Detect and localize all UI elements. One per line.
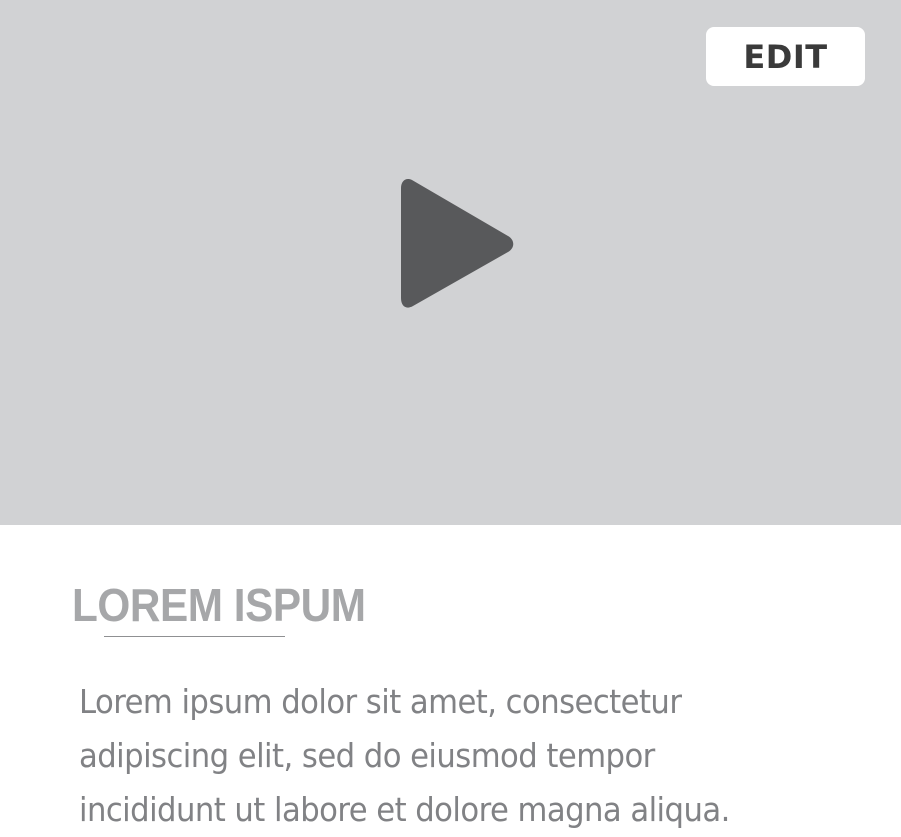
play-button[interactable] (398, 178, 518, 311)
card-title: LOREM ISPUM (72, 579, 366, 631)
description-line-3: incididunt ut labore et dolore magna ali… (79, 790, 730, 829)
edit-button[interactable]: EDIT (706, 27, 865, 86)
video-placeholder: EDIT (0, 0, 901, 525)
title-underline (104, 636, 285, 637)
play-icon (401, 178, 514, 308)
description-line-1: Lorem ipsum dolor sit amet, consectetur (79, 682, 682, 721)
card-description: Lorem ipsum dolor sit amet, consectetur … (79, 675, 832, 837)
description-line-2: adipiscing elit, sed do eiusmod tempor (79, 736, 655, 775)
